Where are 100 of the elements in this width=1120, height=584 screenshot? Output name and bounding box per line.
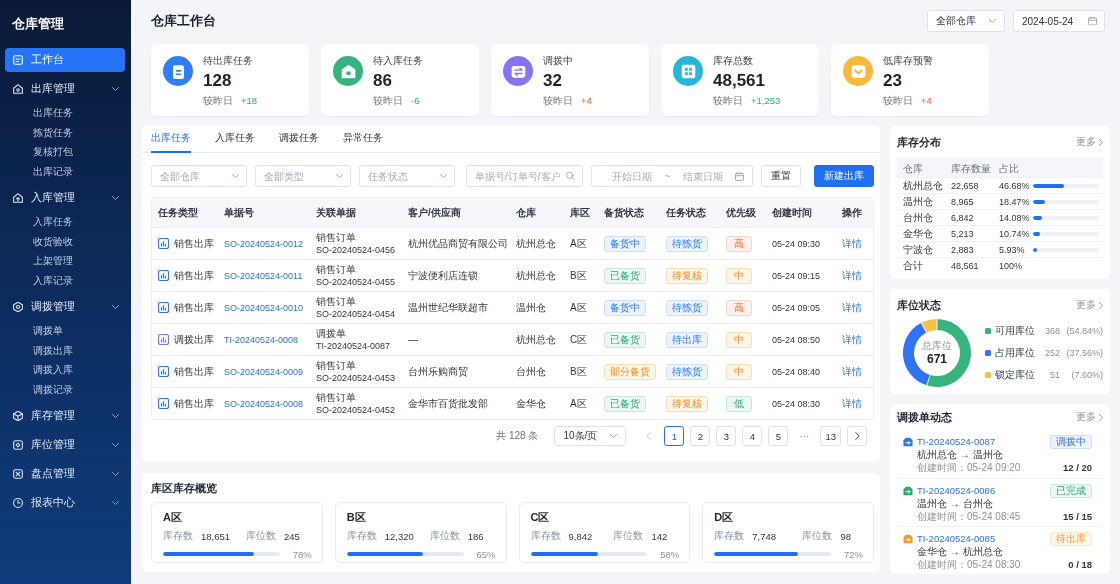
created-time: 05-24 08:30 — [772, 399, 821, 409]
submenu-item[interactable]: 调拨出库 — [31, 340, 75, 360]
created-time: 05-24 09:30 — [772, 239, 821, 249]
chart-icon — [158, 334, 169, 345]
tab[interactable]: 出库任务 — [151, 125, 191, 153]
chevron-down-icon — [112, 87, 119, 91]
submenu-item[interactable]: 拣货任务 — [31, 122, 75, 142]
page-title: 仓库工作台 — [151, 12, 216, 30]
submenu-item[interactable]: 收货验收 — [31, 231, 75, 251]
stat-value: 48,561 — [713, 70, 765, 92]
warehouse-select[interactable]: 全部仓库 — [927, 10, 1005, 32]
tab[interactable]: 调拨任务 — [279, 125, 319, 153]
menu-item[interactable]: 入库管理 — [5, 186, 125, 210]
document-link[interactable]: SO-20240524-0012 — [224, 239, 304, 249]
submenu-item[interactable]: 出库任务 — [31, 103, 75, 123]
document-link[interactable]: SO-20240524-0010 — [224, 303, 304, 313]
select-field[interactable]: 全部仓库 — [151, 165, 247, 187]
submenu-item[interactable]: 复核打包 — [31, 142, 75, 162]
tab[interactable]: 异常任务 — [343, 125, 383, 153]
calendar-icon — [735, 171, 744, 181]
chevron-down-icon — [440, 174, 447, 178]
document-link[interactable]: TI-20240524-0087 — [917, 436, 996, 447]
submenu-item[interactable]: 入库任务 — [31, 212, 75, 232]
reference-number: SO-20240524-0455 — [316, 275, 396, 289]
quantity-value: 8,965 — [950, 196, 975, 207]
details-link[interactable]: 详情 — [842, 269, 862, 281]
page-button[interactable]: 1 — [664, 426, 685, 446]
submenu-item[interactable]: 上架管理 — [31, 251, 75, 271]
details-link[interactable]: 详情 — [842, 237, 862, 249]
menu-item[interactable]: 出库管理 — [5, 77, 125, 101]
column-header: 占比 — [999, 163, 1019, 174]
details-link[interactable]: 详情 — [842, 365, 862, 377]
share-value: 46.68% — [998, 180, 1031, 191]
menu-item[interactable]: 库位管理 — [5, 433, 125, 457]
delta-value: -6 — [411, 94, 420, 108]
details-link[interactable]: 详情 — [842, 301, 862, 313]
menu-item[interactable]: 调拨管理 — [5, 295, 125, 319]
task-type: 销售出库 — [174, 236, 214, 251]
end-date-field[interactable]: 结束日期 — [674, 170, 731, 182]
chevron-down-icon — [112, 414, 119, 418]
document-link[interactable]: SO-20240524-0008 — [224, 399, 304, 409]
column-header: 任务类型 — [158, 206, 198, 218]
legend-share: (54.84%) — [1065, 326, 1103, 336]
submenu-item[interactable]: 调拨入库 — [31, 360, 75, 380]
quantity-value: 5,213 — [950, 228, 975, 239]
document-link[interactable]: SO-20240524-0011 — [224, 271, 303, 281]
zone-name: C区 — [530, 510, 550, 524]
select-field[interactable]: 任务状态 — [359, 165, 455, 187]
customer-name: 金华市百货批发部 — [408, 397, 488, 409]
warehouse-name: 杭州总仓 — [516, 237, 556, 249]
select-field[interactable]: 全部类型 — [255, 165, 351, 187]
share-value: 5.93% — [998, 244, 1026, 255]
compare-label: 较昨日 — [713, 94, 743, 108]
start-date-field[interactable]: 开始日期 — [604, 170, 661, 182]
customer-name: 宁波便利店连锁 — [408, 269, 478, 281]
menu-item[interactable]: 盘点管理 — [5, 462, 125, 486]
next-page-button[interactable] — [847, 426, 867, 446]
document-link[interactable]: TI-20240524-0008 — [224, 335, 299, 345]
details-link[interactable]: 详情 — [842, 397, 862, 409]
document-link[interactable]: SO-20240524-0009 — [224, 367, 304, 377]
zone-name: B区 — [570, 269, 587, 281]
chart-icon — [158, 398, 169, 409]
page-size-select[interactable]: 10条/页 — [554, 426, 627, 446]
secondary-button[interactable]: 重置 — [761, 165, 801, 187]
customer-name: — — [408, 334, 418, 345]
date-field[interactable]: 2024-05-24 — [1013, 10, 1105, 32]
stock-label: 库存数 — [346, 529, 377, 543]
document-link[interactable]: TI-20240524-0085 — [917, 533, 996, 544]
search-field[interactable]: 单据号/订单号/客户 — [466, 165, 583, 187]
warehouse-name: 杭州总仓 — [516, 333, 556, 345]
status-badge: 调拨中 — [1050, 434, 1092, 449]
page-button[interactable]: 4 — [742, 426, 763, 446]
document-link[interactable]: TI-20240524-0086 — [917, 485, 996, 496]
page-button[interactable]: 3 — [716, 426, 737, 446]
menu-item[interactable]: 库存管理 — [5, 404, 125, 428]
status-badge: 待拣货 — [666, 235, 708, 252]
chevron-down-icon — [112, 443, 119, 447]
center-value: 671 — [927, 351, 947, 367]
tab[interactable]: 入库任务 — [215, 125, 255, 153]
submenu-item[interactable]: 出库记录 — [31, 161, 75, 181]
submenu-item[interactable]: 调拨单 — [31, 321, 65, 341]
page-button[interactable]: 13 — [820, 426, 841, 446]
primary-button[interactable]: 新建出库 — [814, 165, 874, 187]
reference-type: 调拨单 — [316, 326, 346, 340]
page-button[interactable]: 2 — [690, 426, 711, 446]
house-arrow-icon — [13, 193, 23, 203]
task-type: 销售出库 — [174, 364, 214, 379]
column-header: 备货状态 — [604, 206, 644, 218]
details-link[interactable]: 详情 — [842, 333, 862, 345]
submenu-item[interactable]: 入库记录 — [31, 270, 75, 290]
column-header: 仓库 — [903, 163, 923, 174]
chevron-down-icon — [112, 501, 119, 505]
menu-item[interactable]: 报表中心 — [5, 491, 125, 515]
document-icon — [13, 55, 23, 65]
submenu-item[interactable]: 调拨记录 — [31, 379, 75, 399]
page-button[interactable]: 5 — [768, 426, 789, 446]
share-value: 10.74% — [998, 228, 1031, 239]
menu-item[interactable]: 工作台 — [5, 48, 125, 72]
route-text: 温州仓 → 台州仓 — [917, 496, 993, 511]
compare-label: 较昨日 — [543, 94, 573, 108]
